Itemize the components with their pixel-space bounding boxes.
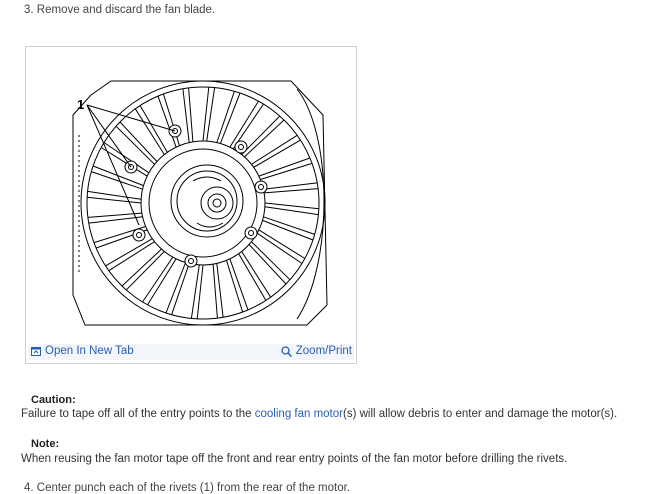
fan-spoke — [108, 241, 155, 272]
caution-text-after: (s) will allow debris to enter and damag… — [342, 408, 618, 420]
fan-spoke — [216, 263, 224, 318]
fan-spoke — [241, 115, 281, 155]
caution-text: Failure to tape off all of the entry poi… — [21, 408, 617, 420]
open-in-new-tab-icon — [31, 347, 41, 356]
fan-spoke — [134, 108, 165, 155]
fan-spoke — [258, 157, 311, 177]
step-3-text: 3. Remove and discard the fan blade. — [24, 4, 216, 16]
fan-spoke — [251, 241, 291, 281]
fan-spoke — [251, 134, 298, 165]
zoom-print-link[interactable]: Zoom/Print — [281, 345, 352, 357]
fan-spoke — [182, 88, 190, 143]
fan-spoke — [229, 258, 249, 311]
callout-number: 1 — [77, 97, 84, 112]
open-in-new-tab-link[interactable]: Open In New Tab — [31, 345, 134, 357]
caution-text-before: Failure to tape off all of the entry poi… — [21, 408, 255, 420]
note-label: Note: — [31, 438, 60, 450]
magnifier-icon — [281, 345, 292, 357]
fan-spoke — [241, 251, 272, 298]
fan-spoke — [88, 216, 143, 224]
note-text: When reusing the fan motor tape off the … — [21, 453, 568, 465]
cooling-fan-motor-link[interactable]: cooling fan motor — [255, 408, 343, 420]
zoom-print-label: Zoom/Print — [295, 345, 352, 357]
figure-toolbar: Open In New Tab Zoom/Print — [28, 344, 354, 360]
fan-spoke — [263, 182, 318, 190]
fan-spoke — [263, 216, 315, 235]
fan-spoke — [115, 125, 155, 165]
fan-spoke — [157, 95, 177, 148]
step-4-text: 4. Center punch each of the rivets (1) f… — [24, 482, 350, 494]
fan-spoke — [171, 263, 190, 315]
open-in-new-tab-label: Open In New Tab — [45, 345, 134, 357]
fan-motor-illustration[interactable]: 1 — [71, 75, 333, 331]
fan-spoke — [216, 91, 235, 143]
fan-spoke — [125, 251, 165, 291]
figure-panel: 1 Open In New Tab Zoom/Print — [25, 46, 357, 364]
caution-label: Caution: — [31, 394, 76, 406]
